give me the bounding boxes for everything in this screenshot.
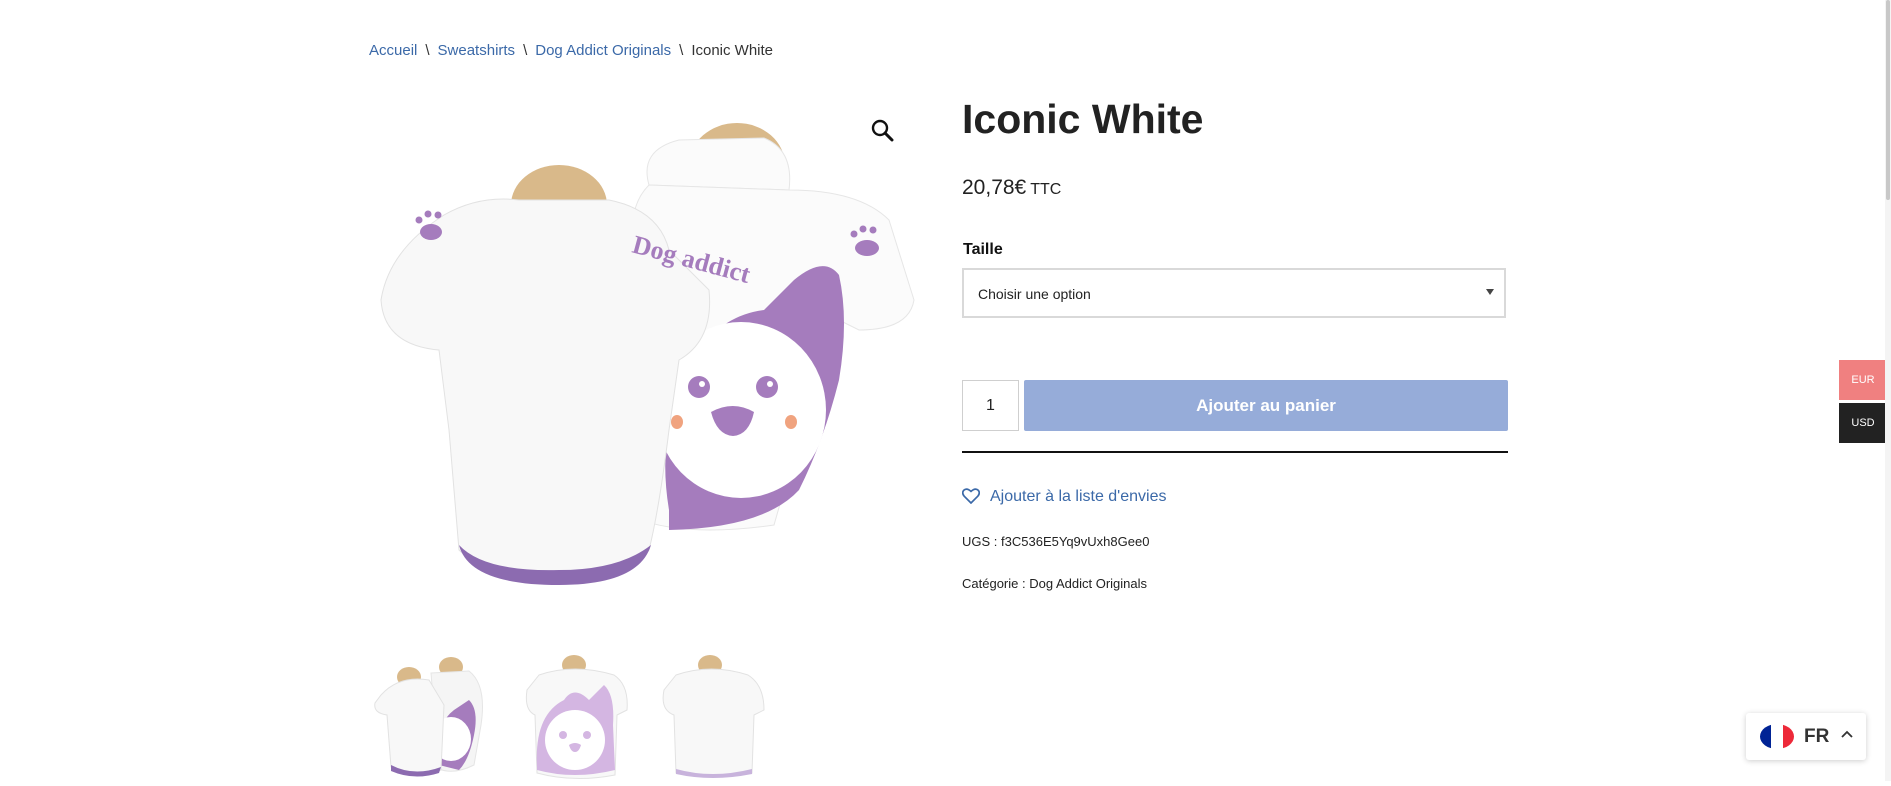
breadcrumb: Accueil \ Sweatshirts \ Dog Addict Originals… (369, 42, 773, 59)
size-select[interactable]: Choisir une option (962, 268, 1506, 318)
language-code: FR (1804, 726, 1830, 747)
chevron-up-icon (1841, 730, 1853, 738)
hoodie-thumbnail-image (662, 655, 765, 778)
currency-eur-button[interactable]: EUR (1839, 360, 1887, 400)
hoodie-illustration: Dog addict (380, 123, 915, 585)
hoodie-thumbnail-image (525, 655, 628, 780)
divider (962, 451, 1508, 453)
heart-icon (961, 488, 981, 505)
add-to-wishlist-link[interactable]: Ajouter à la liste d'envies (961, 488, 1167, 506)
dropdown-arrow-icon (1486, 289, 1494, 295)
hoodie-thumbnail-image (374, 657, 483, 777)
quantity-input[interactable]: 1 (962, 380, 1019, 431)
product-sku: UGS : f3C536E5Yq9vUxh8Gee0 (962, 534, 1149, 549)
breadcrumb-separator: \ (679, 42, 684, 59)
thumbnail-front-back[interactable] (369, 655, 487, 781)
breadcrumb-separator: \ (523, 42, 528, 59)
france-flag-icon (1760, 724, 1794, 749)
breadcrumb-link-sweatshirts[interactable]: Sweatshirts (438, 42, 516, 59)
zoom-button[interactable] (870, 118, 896, 144)
currency-usd-button[interactable]: USD (1839, 403, 1887, 443)
size-label: Taille (963, 241, 1003, 258)
size-select-value: Choisir une option (978, 286, 1091, 302)
product-category: Catégorie : Dog Addict Originals (962, 576, 1147, 591)
breadcrumb-link-home[interactable]: Accueil (369, 42, 417, 59)
category-label: Catégorie : (962, 576, 1026, 591)
product-main-image[interactable]: Dog addict (369, 90, 921, 630)
price-amount: 20,78€ (962, 176, 1027, 199)
price-suffix: TTC (1030, 181, 1062, 198)
sku-label: UGS : (962, 534, 998, 549)
thumbnail-front[interactable] (656, 655, 774, 781)
breadcrumb-current: Iconic White (691, 42, 774, 59)
magnifier-icon (871, 119, 894, 142)
breadcrumb-link-collection[interactable]: Dog Addict Originals (535, 42, 671, 59)
scrollbar-thumb[interactable] (1886, 0, 1890, 200)
add-to-cart-button[interactable]: Ajouter au panier (1024, 380, 1508, 431)
product-price: 20,78€ TTC (962, 176, 1061, 200)
category-link[interactable]: Dog Addict Originals (1029, 576, 1147, 591)
product-title: Iconic White (962, 96, 1204, 142)
language-switcher[interactable]: FR (1746, 713, 1866, 760)
wishlist-label: Ajouter à la liste d'envies (990, 488, 1167, 505)
breadcrumb-separator: \ (425, 42, 430, 59)
sku-value: f3C536E5Yq9vUxh8Gee0 (1001, 534, 1150, 549)
thumbnail-back[interactable] (519, 655, 637, 781)
